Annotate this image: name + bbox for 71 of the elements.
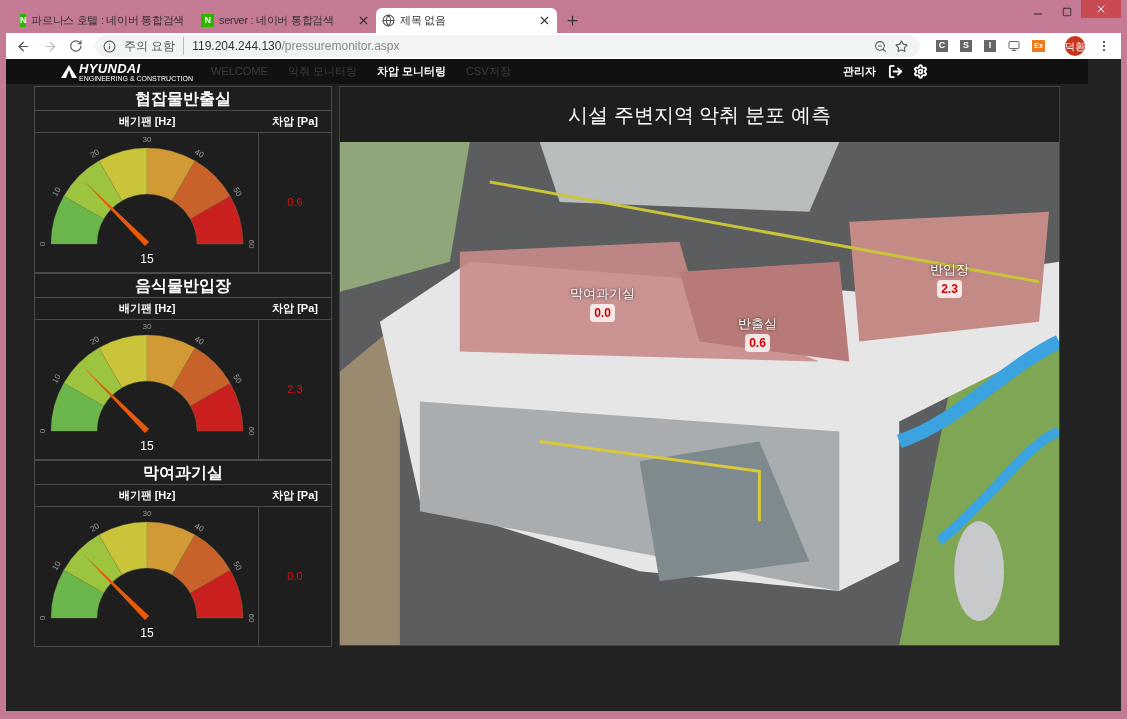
maximize-icon[interactable] xyxy=(1062,7,1072,17)
tab-title: 파르나스 호텔 : 네이버 통합검색 xyxy=(31,13,185,29)
logout-icon[interactable] xyxy=(888,64,903,79)
profile-avatar[interactable]: 덕환 xyxy=(1065,36,1085,56)
tick-label: 60 xyxy=(246,613,256,623)
column-header: 배기팬 [Hz] xyxy=(117,114,177,130)
tick-label: 20 xyxy=(88,334,101,347)
tab-favicon: N xyxy=(201,14,214,27)
column-header: 차압 [Pa] xyxy=(271,488,319,504)
tab-favicon: N xyxy=(20,14,27,27)
tick-label: 20 xyxy=(88,147,101,160)
user-name: 관리자 xyxy=(843,64,876,80)
pressure-value: 0.0 xyxy=(287,569,303,585)
area-label: 막여과기실 xyxy=(570,285,635,303)
settings-icon[interactable] xyxy=(913,64,928,79)
zoom-icon[interactable] xyxy=(874,39,887,53)
column-header: 차압 [Pa] xyxy=(271,301,319,317)
tick-label: 50 xyxy=(231,372,244,385)
gauge-reading: 15 xyxy=(139,251,155,268)
gauge-reading: 15 xyxy=(139,625,155,642)
tick-label: 60 xyxy=(246,239,256,249)
gauge-needle xyxy=(83,180,150,247)
column-header: 차압 [Pa] xyxy=(271,114,319,130)
tick-label: 0 xyxy=(38,428,48,434)
tick-label: 50 xyxy=(231,559,244,572)
tick-label: 10 xyxy=(50,559,63,572)
gauge-needle xyxy=(83,367,150,434)
tick-label: 50 xyxy=(231,185,244,198)
tick-label: 10 xyxy=(50,185,63,198)
tick-label: 0 xyxy=(38,241,48,247)
area-label: 반입장 xyxy=(930,261,969,279)
tick-label: 30 xyxy=(142,136,152,145)
browser-tab[interactable]: 제목 없음 xyxy=(376,8,557,33)
browser-tab[interactable]: N server : 네이버 통합검색 xyxy=(195,8,376,33)
tick-label: 10 xyxy=(50,372,63,385)
card-title: 막여과기실 xyxy=(143,462,223,483)
screen-icon[interactable] xyxy=(1008,40,1020,52)
bookmark-icon[interactable] xyxy=(895,39,908,53)
reload-icon[interactable] xyxy=(69,39,83,53)
area-label: 반출실 xyxy=(738,315,777,333)
gauge-needle xyxy=(83,554,150,621)
pressure-value: 0.6 xyxy=(287,195,303,211)
gauge-reading: 15 xyxy=(139,438,155,455)
tick-label: 30 xyxy=(142,510,152,519)
address-field[interactable]: 주의 요함 119.204.244.130/pressuremonitor.aspx xyxy=(94,35,920,57)
column-header: 배기팬 [Hz] xyxy=(117,488,177,504)
close-icon xyxy=(1095,3,1107,15)
pressure-value: 2.3 xyxy=(287,382,303,398)
close-icon[interactable] xyxy=(538,14,551,27)
tick-label: 0 xyxy=(38,615,48,621)
extension-button[interactable]: I xyxy=(984,40,996,52)
card-title: 음식물반입장 xyxy=(135,275,231,296)
tick-label: 40 xyxy=(193,521,206,534)
tick-label: 30 xyxy=(142,323,152,332)
tab-title: 제목 없음 xyxy=(400,13,447,29)
info-icon[interactable] xyxy=(102,39,116,53)
map-title: 시설 주변지역 악취 분포 예측 xyxy=(568,102,831,128)
nav-link[interactable]: 차압 모니터링 xyxy=(376,63,446,80)
card-title: 협잡물반출실 xyxy=(135,88,231,109)
tab-title: server : 네이버 통합검색 xyxy=(219,13,335,29)
tick-label: 60 xyxy=(246,426,256,436)
extension-button[interactable]: C xyxy=(936,40,948,52)
new-tab-icon[interactable] xyxy=(565,13,580,28)
tick-label: 40 xyxy=(193,147,206,160)
security-label: 주의 요함 xyxy=(123,37,185,55)
extension-button[interactable]: S xyxy=(960,40,972,52)
url-text: 119.204.244.130/pressuremonitor.aspx xyxy=(192,38,400,55)
tick-label: 40 xyxy=(193,334,206,347)
column-header: 배기팬 [Hz] xyxy=(117,301,177,317)
globe-icon xyxy=(382,14,395,27)
tick-label: 20 xyxy=(88,521,101,534)
